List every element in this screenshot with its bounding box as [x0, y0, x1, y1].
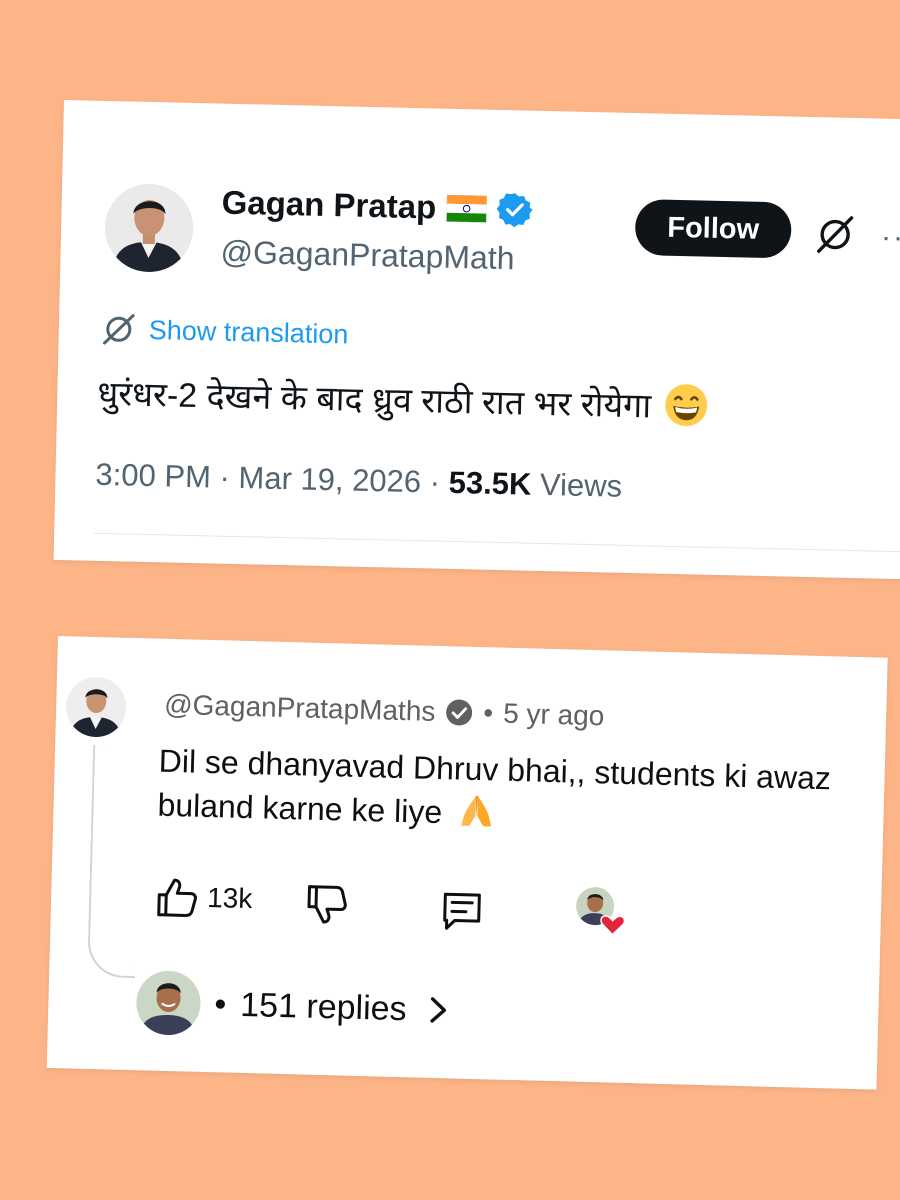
meta-separator: ·: [429, 464, 441, 500]
author-handle[interactable]: @GaganPratapMath: [220, 234, 515, 278]
views-count: 53.5K: [448, 464, 532, 502]
tweet-card: Gagan Pratap @GaganPratapMath Follow ·· …: [53, 100, 900, 580]
chevron-right-icon: [430, 997, 447, 1023]
commenter-avatar[interactable]: [65, 676, 127, 738]
comment-header: @GaganPratapMaths • 5 yr ago: [164, 689, 605, 733]
verified-check-icon: [446, 699, 473, 726]
show-translation-link[interactable]: Show translation: [100, 311, 349, 353]
folded-hands-emoji-icon: [460, 795, 491, 827]
replies-count-label: 151 replies: [239, 985, 408, 1028]
replies-bullet: •: [213, 984, 227, 1024]
translate-icon: [102, 314, 135, 345]
reply-icon[interactable]: [438, 888, 485, 935]
dislike-icon[interactable]: [304, 883, 349, 928]
author-name[interactable]: Gagan Pratap: [221, 183, 533, 229]
more-options-icon[interactable]: ··: [881, 221, 900, 256]
reply-thread-line: [87, 744, 142, 979]
comment-handle[interactable]: @GaganPratapMaths: [164, 689, 436, 728]
tweet-date[interactable]: Mar 19, 2026: [238, 460, 421, 499]
divider: [94, 532, 900, 553]
follow-button[interactable]: Follow: [634, 199, 792, 259]
tweet-meta: 3:00 PM · Mar 19, 2026 · 53.5K Views: [95, 457, 622, 505]
grinning-face-emoji-icon: [665, 384, 708, 427]
replier-avatar: [135, 970, 202, 1036]
comment-text: Dil se dhanyavad Dhruv bhai,, students k…: [157, 739, 859, 845]
india-flag-icon: [445, 194, 487, 223]
comment-age[interactable]: 5 yr ago: [503, 698, 605, 733]
comment-card: @GaganPratapMaths • 5 yr ago Dil se dhan…: [46, 636, 888, 1090]
like-count: 13k: [206, 882, 253, 915]
author-name-text: Gagan Pratap: [221, 183, 437, 226]
tweet-time[interactable]: 3:00 PM: [95, 457, 211, 495]
comment-actions: 13k: [154, 871, 675, 945]
like-icon[interactable]: [155, 875, 200, 920]
meta-separator: ·: [219, 459, 231, 495]
view-replies-button[interactable]: • 151 replies: [135, 970, 452, 1042]
grok-icon[interactable]: [813, 212, 858, 257]
views-label: Views: [539, 466, 623, 504]
verified-badge-icon: [496, 193, 533, 228]
author-avatar[interactable]: [104, 182, 195, 273]
comment-separator: •: [482, 697, 494, 729]
tweet-text: धुरंधर-2 देखने के बाद ध्रुव राठी रात भर …: [97, 369, 710, 429]
creator-heart-icon: [576, 887, 626, 936]
show-translation-label: Show translation: [148, 314, 349, 350]
tweet-text-content: धुरंधर-2 देखने के बाद ध्रुव राठी रात भर …: [96, 374, 652, 426]
